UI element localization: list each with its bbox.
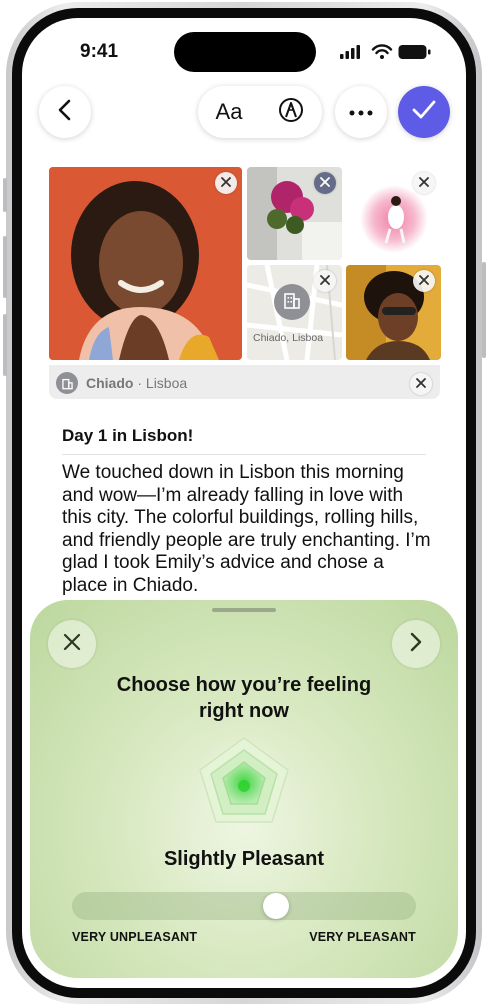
sheet-grabber[interactable] [212, 608, 276, 612]
location-name: Chiado [86, 375, 134, 391]
text-format-label: Aa [215, 99, 243, 124]
phone-side-button [3, 314, 7, 376]
scale-max-label: VERY PLEASANT [309, 930, 416, 944]
building-icon [282, 290, 302, 315]
ellipsis-icon [349, 103, 373, 121]
more-button[interactable] [335, 86, 387, 138]
mood-slider[interactable] [72, 892, 416, 920]
chevron-left-icon [57, 99, 73, 126]
remove-map-button[interactable] [314, 270, 336, 292]
close-icon [416, 375, 426, 393]
map-pin [274, 284, 310, 320]
remove-photo-button[interactable] [413, 270, 435, 292]
close-icon [63, 633, 81, 656]
wifi-icon [371, 44, 393, 59]
title-divider [62, 454, 426, 455]
remove-photo-button[interactable] [215, 172, 237, 194]
phone-side-button [482, 262, 486, 358]
checkmark-icon [411, 99, 437, 126]
location-separator: · [137, 375, 143, 391]
status-time: 9:41 [80, 41, 119, 62]
close-sheet-button[interactable] [48, 620, 96, 668]
location-text: Chiado · Lisboa [86, 375, 187, 391]
close-icon [320, 272, 330, 290]
scale-min-label: VERY UNPLEASANT [72, 930, 198, 944]
markup-button[interactable] [260, 86, 322, 138]
mood-slider-thumb[interactable] [263, 893, 289, 919]
screen: 9:41 Aa Chiado, Lisboa Chiado · Lisboa D… [22, 18, 466, 988]
status-icons [340, 44, 436, 65]
close-icon [320, 174, 330, 192]
battery-icon [398, 45, 431, 59]
done-button[interactable] [398, 86, 450, 138]
chevron-right-icon [410, 632, 422, 657]
remove-photo-button[interactable] [314, 172, 336, 194]
close-icon [221, 174, 231, 192]
dynamic-island [174, 32, 316, 72]
selected-mood-label: Slightly Pleasant [163, 848, 325, 870]
location-icon [56, 372, 78, 394]
location-city: Lisboa [145, 375, 188, 391]
map-caption: Chiado, Lisboa [253, 332, 324, 344]
pencil-tip-icon [278, 97, 304, 128]
remove-photo-button[interactable] [413, 172, 435, 194]
close-icon [419, 174, 429, 192]
mood-shape-icon [194, 734, 294, 834]
text-format-button[interactable]: Aa [198, 86, 260, 138]
back-button[interactable] [39, 86, 91, 138]
cellular-signal-icon [340, 45, 360, 59]
entry-title[interactable]: Day 1 in Lisbon! [62, 426, 193, 446]
remove-location-button[interactable] [410, 373, 432, 395]
close-icon [419, 272, 429, 290]
entry-body[interactable]: We touched down in Lisbon this morning a… [62, 462, 432, 598]
portrait-photo[interactable] [49, 167, 242, 360]
mood-question: Choose how you’re feeling right now [116, 674, 372, 722]
phone-side-button [3, 236, 7, 298]
phone-side-button [3, 178, 7, 212]
next-button[interactable] [392, 620, 440, 668]
